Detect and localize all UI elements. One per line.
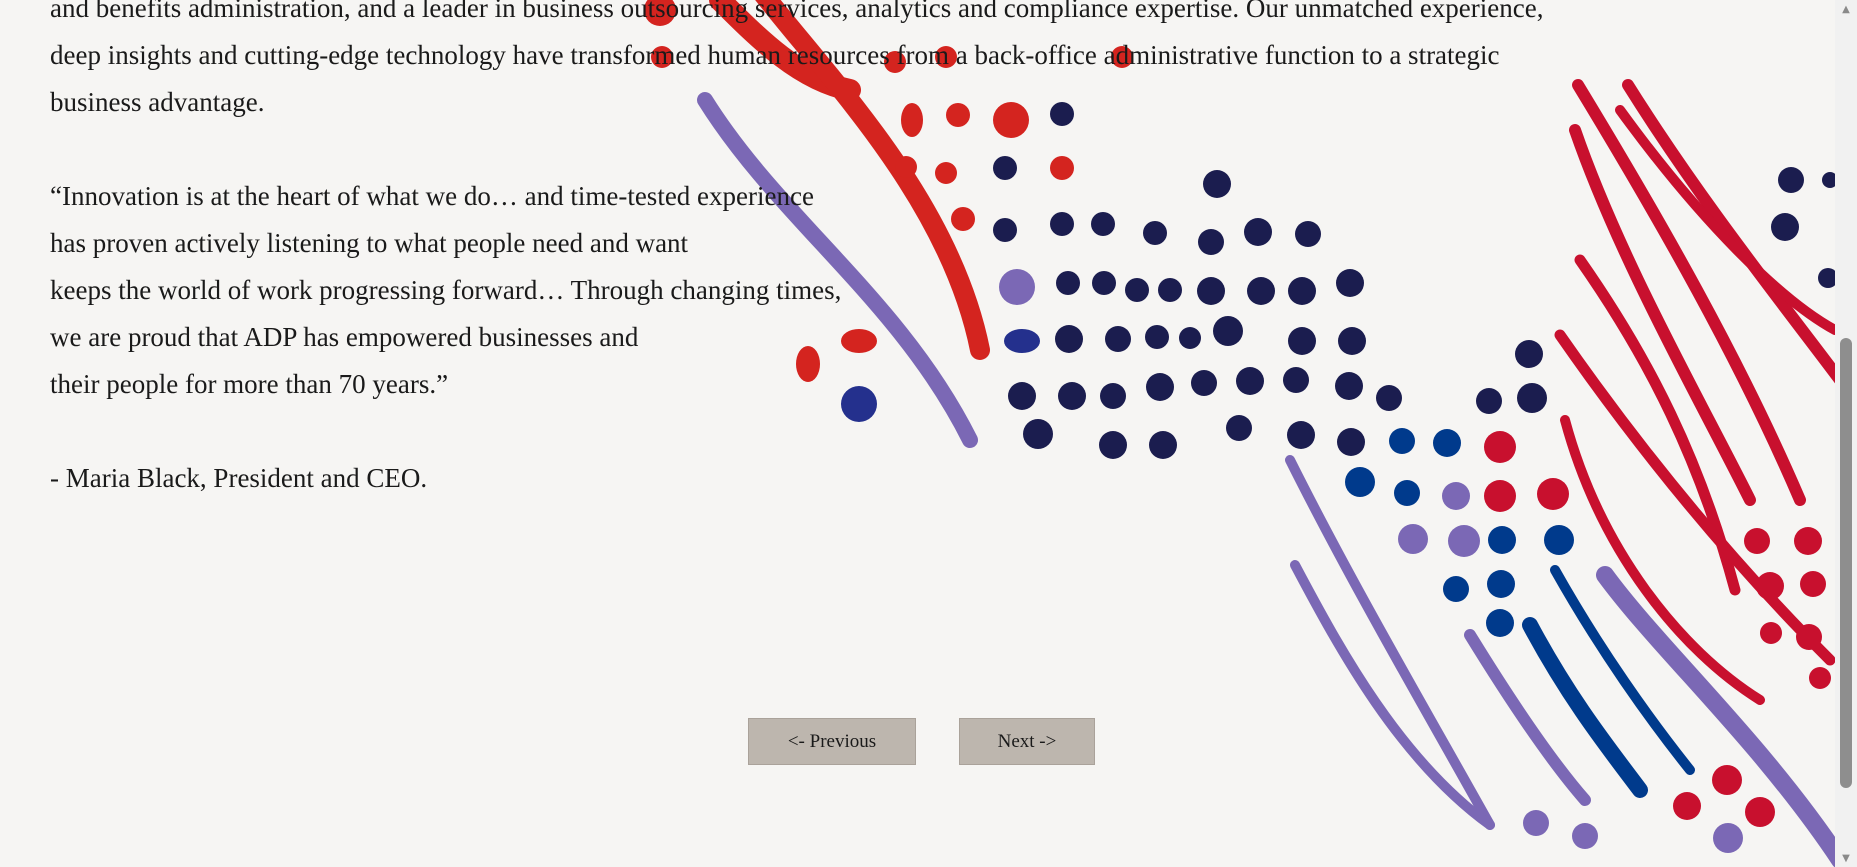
quote-line: we are proud that ADP has empowered busi… <box>50 322 639 352</box>
scroll-up-icon[interactable]: ▲ <box>1835 0 1857 18</box>
article-body: and benefits administration, and a leade… <box>50 0 1770 502</box>
quote-line: keeps the world of work progressing forw… <box>50 275 842 305</box>
quote-line: their people for more than 70 years.” <box>50 369 449 399</box>
paragraph-line: deep insights and cutting-edge technolog… <box>50 40 1500 70</box>
quote-line: has proven actively listening to what pe… <box>50 228 689 258</box>
vertical-scrollbar[interactable]: ▲ ▼ <box>1835 0 1857 867</box>
paragraph-line: business advantage. <box>50 87 265 117</box>
scroll-down-icon[interactable]: ▼ <box>1835 849 1857 867</box>
quote-line: “Innovation is at the heart of what we d… <box>50 181 814 211</box>
previous-button[interactable]: <- Previous <box>748 718 916 765</box>
quote-attribution: - Maria Black, President and CEO. <box>50 463 428 493</box>
next-button[interactable]: Next -> <box>959 718 1095 765</box>
paragraph-line: and benefits administration, and a leade… <box>50 0 1544 23</box>
scrollbar-thumb[interactable] <box>1840 338 1852 788</box>
